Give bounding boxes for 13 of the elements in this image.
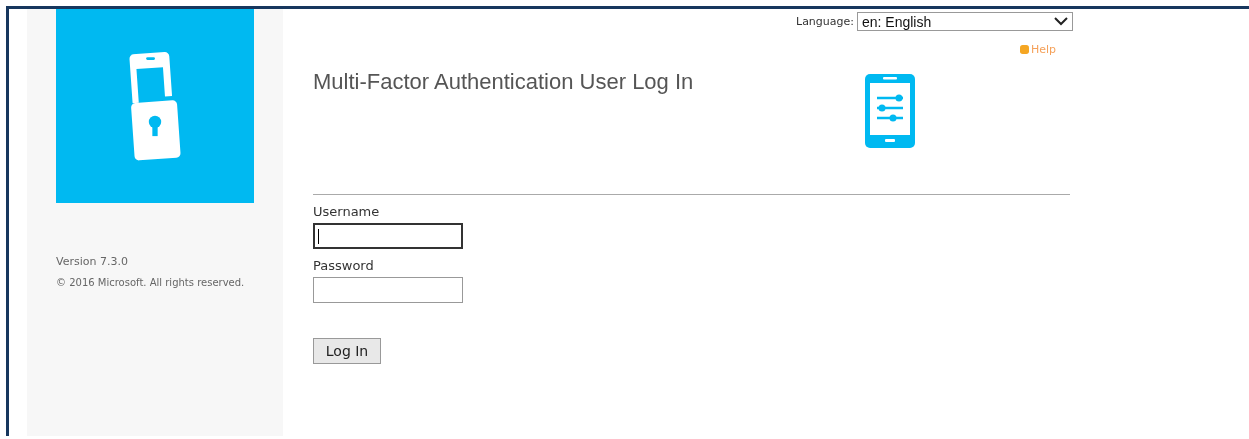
language-dropdown[interactable]: en: English (857, 12, 1073, 31)
help-icon (1019, 45, 1029, 54)
input-field[interactable] (313, 277, 463, 303)
chevron-icon (1054, 17, 1068, 26)
log-in-button[interactable]: Log In (313, 338, 381, 364)
version-text: Version 7.3.0 (56, 255, 129, 268)
phone-sliders-icon (865, 74, 915, 148)
copyright-text: © 2016 Microsoft. All rights reserved. (56, 277, 246, 288)
input-field[interactable] (313, 223, 463, 249)
page-title: Multi-Factor Authentication User Log In (313, 69, 695, 95)
field-label: Username (313, 204, 381, 219)
language-label: Language: (796, 15, 854, 28)
field-label: Password (313, 258, 375, 273)
